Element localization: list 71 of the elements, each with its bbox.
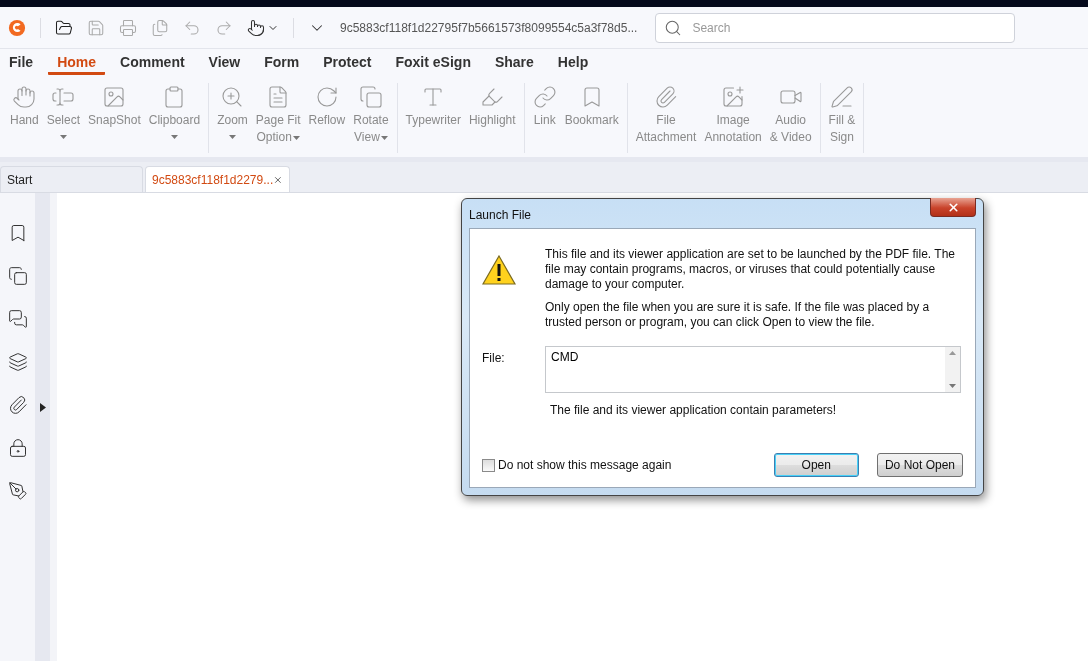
caret-icon [380,135,388,140]
close-icon [946,200,960,214]
hand-icon [12,85,37,109]
warning-icon [482,255,516,285]
dialog-button[interactable]: Open [773,453,859,477]
search-input[interactable]: Search [690,19,1007,36]
app-logo [8,18,26,37]
checkbox[interactable] [482,458,495,472]
tab-label: Start [7,172,33,187]
warning-text: This file and its viewer application are set to be launched by the PDF file. The file may contain programs, macros, or viruses that could potentially cause damage to your computer. [545,247,956,292]
menu-tab[interactable]: Home [48,54,106,75]
file-name: 9c5883cf118f1d22795f7b5661573f8099554c5a3f78d5... [340,20,638,35]
menu-tab[interactable]: File [0,54,43,75]
menu-tab[interactable]: Protect [314,54,381,75]
search-bar[interactable]: Search [655,12,1016,43]
lock-icon[interactable] [7,438,28,458]
menu-tab[interactable]: Foxit eSign [386,54,480,75]
ribbon-button[interactable]: Fill & Sign [824,83,860,153]
ribbon-button[interactable]: Image Annotation [700,83,766,153]
ribbon-button[interactable]: SnapShot [84,83,145,153]
ribbon-button[interactable]: Reflow [304,83,350,153]
paperclip-icon[interactable] [7,395,28,415]
menu-tab[interactable]: Comment [111,54,194,75]
pages-icon [358,85,383,109]
menu-tab[interactable]: View [199,54,250,75]
warning-text: Only open the file when you are sure it is safe. If the file was placed by a trusted person or program, you can click Open to view the file. [545,300,931,330]
image-plus-icon [721,85,746,109]
paperclip-icon [654,85,678,109]
document-tab[interactable]: 9c5883cf118f1d2279... [145,166,290,192]
menu-tab[interactable]: Share [485,54,543,75]
scroll-down-icon[interactable] [949,384,956,388]
document-tab[interactable]: Start [0,166,143,192]
ribbon-button[interactable]: Page Fit Option [251,83,305,153]
caret-icon [292,135,300,140]
scroll-up-icon[interactable] [949,351,956,355]
ribbon-button[interactable]: Clipboard [144,83,205,153]
ribbon-button[interactable]: Link [528,83,561,153]
tab-label: 9c5883cf118f1d2279... [152,172,274,187]
caret-icon [229,135,236,139]
ribbon-button[interactable]: File Attachment [631,83,701,153]
expand-arrow-icon[interactable] [39,402,46,412]
comments-icon[interactable] [7,309,28,329]
dialog-button[interactable]: Do Not Open [876,453,963,477]
caret-icon [59,135,67,139]
ribbon-button[interactable]: Highlight [464,83,520,153]
ribbon-button[interactable]: Hand [6,83,43,153]
ribbon-button[interactable]: Bookmark [560,83,623,153]
menu-tab[interactable]: Help [548,54,598,75]
pen-icon [829,85,854,109]
image-icon [102,85,127,109]
ribbon-button[interactable]: Zoom [213,83,252,153]
pen-icon[interactable] [7,481,28,501]
ribbon-button[interactable]: Audio & Video [765,83,816,153]
ribbon-button[interactable]: Rotate View [349,83,393,153]
close-button[interactable] [930,198,976,217]
folder-icon[interactable] [55,18,73,37]
rotate-icon [314,85,339,109]
search-icon [664,18,683,37]
checkbox-label: Do not show this message again [498,458,672,472]
ribbon-button[interactable]: Typewriter [401,83,465,153]
menu-tab[interactable]: Form [255,54,309,75]
parameters-note: The file and its viewer application contain parameters! [550,403,838,417]
pages-icon[interactable] [7,266,28,286]
dialog-title: Launch File [469,208,532,222]
caret-icon [170,135,178,139]
file-label: File: [482,350,506,367]
ribbon-button[interactable]: Select [42,83,85,153]
text-cursor-icon [51,85,76,109]
layers-icon[interactable] [7,352,28,372]
hand-pointer-icon[interactable] [247,18,265,37]
link-icon [532,85,557,109]
